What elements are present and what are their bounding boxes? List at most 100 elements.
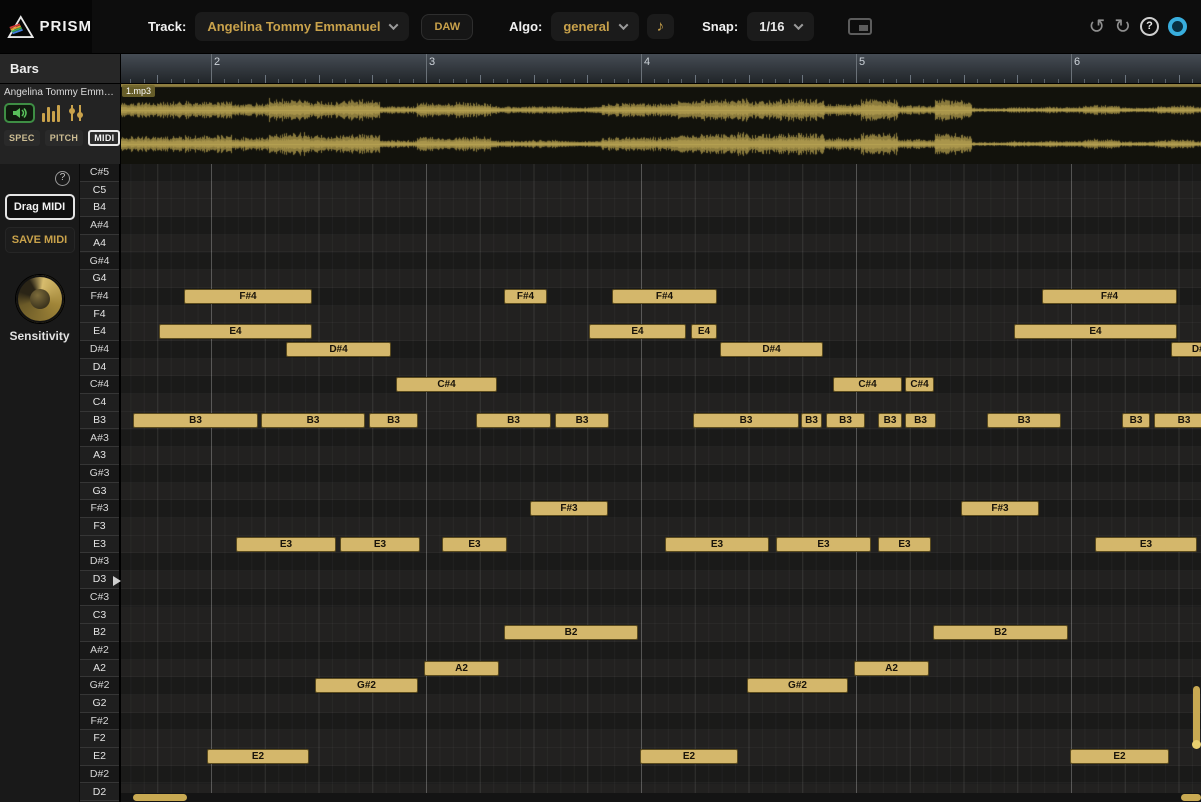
horizontal-scrollbar-thumb[interactable]: [133, 794, 187, 801]
track-select[interactable]: Angelina Tommy Emmanuel: [195, 12, 409, 41]
midi-note[interactable]: D#4: [1171, 342, 1201, 357]
ruler-tick: [171, 79, 172, 83]
midi-note[interactable]: F#3: [530, 501, 608, 516]
midi-note[interactable]: F#4: [1042, 289, 1177, 304]
status-circle-icon[interactable]: [1168, 17, 1187, 36]
key-label: F#3: [80, 500, 119, 518]
key-label: D2: [80, 784, 119, 802]
midi-note[interactable]: B3: [476, 413, 551, 428]
spec-chip[interactable]: SPEC: [4, 130, 40, 146]
midi-note[interactable]: G#2: [747, 678, 848, 693]
midi-note[interactable]: E4: [159, 324, 312, 339]
midi-note[interactable]: G#2: [315, 678, 418, 693]
midi-note[interactable]: B3: [1154, 413, 1201, 428]
horizontal-scrollbar-thumb-right[interactable]: [1181, 794, 1201, 801]
midi-note[interactable]: C#4: [396, 377, 497, 392]
grid-row: [121, 607, 1201, 625]
drag-midi-button[interactable]: Drag MIDI: [5, 194, 75, 220]
level-meter-icon[interactable]: [42, 104, 60, 122]
midi-note[interactable]: E3: [878, 537, 931, 552]
midi-note[interactable]: A2: [424, 661, 499, 676]
midi-note[interactable]: E3: [776, 537, 871, 552]
midi-note[interactable]: D#4: [286, 342, 391, 357]
grid-row: [121, 253, 1201, 271]
view-mode-chips: SPEC PITCH MIDI: [4, 130, 116, 146]
ruler-bar-number: 2: [214, 56, 220, 68]
algo-select[interactable]: general: [551, 12, 638, 41]
midi-note[interactable]: B2: [933, 625, 1068, 640]
midi-note[interactable]: B3: [1122, 413, 1150, 428]
help-icon[interactable]: ?: [1140, 17, 1159, 36]
redo-icon[interactable]: ↻: [1114, 17, 1131, 37]
ruler-tick: [964, 75, 965, 83]
picture-in-picture-icon[interactable]: [848, 18, 872, 35]
midi-note[interactable]: E3: [340, 537, 420, 552]
scroll-handle-dot[interactable]: [1192, 740, 1201, 749]
undo-icon[interactable]: ↺: [1088, 17, 1105, 37]
app-logo-text: PRISM: [39, 18, 92, 35]
track-name[interactable]: Angelina Tommy Emma…: [4, 87, 116, 98]
midi-note[interactable]: B3: [555, 413, 609, 428]
grid-row: [121, 730, 1201, 748]
ruler-bar-line: [426, 54, 427, 83]
sidebar-help-icon[interactable]: ?: [55, 171, 70, 186]
grid-row: [121, 376, 1201, 394]
grid-row: [121, 359, 1201, 377]
vertical-scrollbar-thumb[interactable]: [1193, 686, 1200, 744]
snap-select[interactable]: 1/16: [747, 12, 813, 41]
algo-label: Algo:: [509, 19, 542, 34]
midi-note[interactable]: B3: [369, 413, 418, 428]
midi-note[interactable]: F#4: [184, 289, 312, 304]
horizontal-scrollbar[interactable]: [121, 793, 1201, 802]
sliders-icon[interactable]: [67, 104, 85, 122]
midi-note[interactable]: D#4: [720, 342, 823, 357]
save-midi-button[interactable]: SAVE MIDI: [5, 227, 75, 253]
midi-note[interactable]: B3: [826, 413, 865, 428]
ruler-tick: [413, 79, 414, 83]
midi-note[interactable]: B3: [133, 413, 258, 428]
ruler-tick: [157, 75, 158, 83]
midi-note[interactable]: B2: [504, 625, 638, 640]
midi-note[interactable]: E4: [691, 324, 717, 339]
midi-note[interactable]: E2: [640, 749, 738, 764]
ruler-tick: [359, 79, 360, 83]
ruler-tick: [789, 79, 790, 83]
midi-note[interactable]: F#4: [504, 289, 547, 304]
midi-note[interactable]: E3: [442, 537, 507, 552]
midi-note[interactable]: B3: [987, 413, 1061, 428]
music-note-icon[interactable]: ♪: [647, 14, 675, 39]
midi-note[interactable]: E4: [589, 324, 686, 339]
midi-note[interactable]: E2: [207, 749, 309, 764]
midi-note[interactable]: F#4: [612, 289, 717, 304]
midi-note[interactable]: C#4: [905, 377, 934, 392]
waveform-panel[interactable]: 1.mp3: [121, 84, 1201, 164]
daw-button[interactable]: DAW: [421, 14, 473, 40]
ruler-tick: [1192, 79, 1193, 83]
piano-roll-grid[interactable]: F#4F#4F#4F#4E4E4E4E4D#4D#4D#4C#4C#4C#4B3…: [121, 164, 1201, 802]
midi-chip[interactable]: MIDI: [88, 130, 120, 146]
playhead-marker[interactable]: [113, 576, 121, 586]
app-logo: PRISM: [0, 0, 92, 53]
midi-note[interactable]: B3: [801, 413, 822, 428]
sensitivity-knob[interactable]: [16, 275, 64, 323]
midi-note[interactable]: E3: [665, 537, 769, 552]
midi-note[interactable]: E4: [1014, 324, 1177, 339]
pitch-chip[interactable]: PITCH: [45, 130, 84, 146]
midi-note[interactable]: B3: [905, 413, 936, 428]
midi-note[interactable]: F#3: [961, 501, 1039, 516]
waveform-canvas[interactable]: [121, 84, 1201, 164]
midi-note[interactable]: A2: [854, 661, 929, 676]
key-label: C#5: [80, 164, 119, 182]
midi-note[interactable]: C#4: [833, 377, 902, 392]
timeline-ruler[interactable]: 23456: [121, 54, 1201, 84]
midi-note[interactable]: E2: [1070, 749, 1169, 764]
midi-note[interactable]: E3: [1095, 537, 1197, 552]
key-label: G2: [80, 695, 119, 713]
midi-note[interactable]: B3: [261, 413, 365, 428]
speaker-button[interactable]: [4, 103, 35, 123]
midi-note[interactable]: B3: [693, 413, 799, 428]
grid-row: [121, 677, 1201, 695]
chevron-down-icon: [793, 20, 803, 30]
midi-note[interactable]: B3: [878, 413, 902, 428]
midi-note[interactable]: E3: [236, 537, 336, 552]
